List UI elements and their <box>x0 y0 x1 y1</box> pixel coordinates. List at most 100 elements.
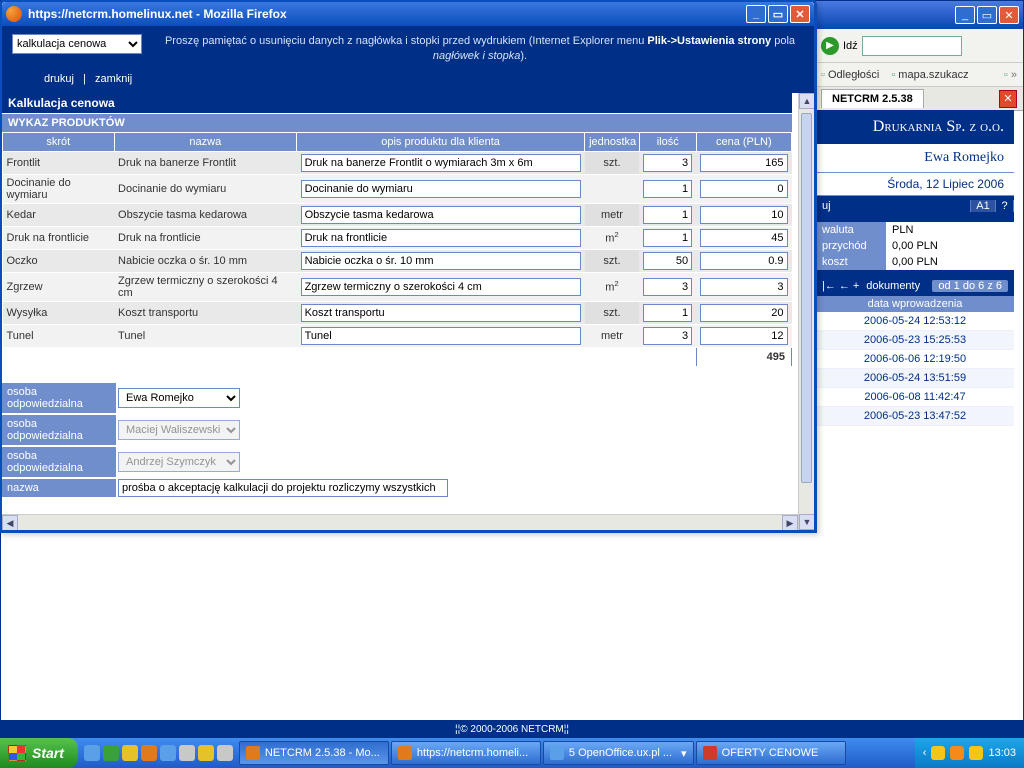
cena-input[interactable] <box>700 278 787 296</box>
crm-date: Środa, 12 Lipiec 2006 <box>816 173 1014 196</box>
ie-bookmark[interactable]: mapa.szukacz <box>891 69 968 81</box>
ql-icon[interactable] <box>103 745 119 761</box>
cena-input[interactable] <box>700 206 787 224</box>
ie-bookmarks-overflow[interactable]: » <box>1004 69 1017 81</box>
ql-icon[interactable] <box>179 745 195 761</box>
cell-opis <box>297 301 585 324</box>
opis-input[interactable] <box>301 206 581 224</box>
scroll-thumb[interactable] <box>801 113 812 483</box>
docs-row[interactable]: 2006-05-23 13:47:52 <box>816 407 1014 426</box>
ie-minimize-button[interactable]: _ <box>955 6 975 24</box>
opis-input[interactable] <box>301 327 581 345</box>
ql-ie-icon[interactable] <box>84 745 100 761</box>
docs-prev-icon[interactable]: ← <box>839 280 850 292</box>
opis-input[interactable] <box>301 229 581 247</box>
ie-maximize-button[interactable]: ▭ <box>977 6 997 24</box>
docs-row[interactable]: 2006-06-08 11:42:47 <box>816 388 1014 407</box>
ilosc-input[interactable] <box>643 180 692 198</box>
cena-input[interactable] <box>700 252 787 270</box>
cena-input[interactable] <box>700 154 787 172</box>
close-link[interactable]: zamknij <box>89 73 138 85</box>
ff-maximize-button[interactable]: ▭ <box>768 5 788 23</box>
ql-icon[interactable] <box>217 745 233 761</box>
ie-go-button[interactable]: ▶ <box>821 37 839 55</box>
ilosc-input[interactable] <box>643 229 692 247</box>
table-row: FrontlitDruk na banerze Frontlitszt. <box>3 151 792 174</box>
cell-ilosc <box>639 301 696 324</box>
table-row: OczkoNabicie oczka o śr. 10 mmszt. <box>3 249 792 272</box>
opis-input[interactable] <box>301 180 581 198</box>
cena-input[interactable] <box>700 229 787 247</box>
ql-icon[interactable] <box>160 745 176 761</box>
crm-cell-a1[interactable]: A1 <box>970 200 996 212</box>
ff-minimize-button[interactable]: _ <box>746 5 766 23</box>
firefox-title: https://netcrm.homelinux.net - Mozilla F… <box>28 7 287 21</box>
ilosc-input[interactable] <box>643 252 692 270</box>
product-table: skrót nazwa opis produktu dla klienta je… <box>2 132 792 367</box>
taskbar-button[interactable]: 5 OpenOffice.ux.pl ... ▾ <box>543 741 694 765</box>
ilosc-input[interactable] <box>643 327 692 345</box>
tray-icon[interactable] <box>931 746 945 760</box>
ql-icon[interactable] <box>122 745 138 761</box>
ql-firefox-icon[interactable] <box>141 745 157 761</box>
ie-tab-close-button[interactable]: ✕ <box>999 90 1017 108</box>
resp-select-1[interactable]: Ewa Romejko <box>118 388 240 408</box>
opis-input[interactable] <box>301 154 581 172</box>
taskbar-button[interactable]: NETCRM 2.5.38 - Mo... <box>239 741 389 765</box>
opis-input[interactable] <box>301 278 581 296</box>
ilosc-input[interactable] <box>643 304 692 322</box>
ilosc-input[interactable] <box>643 206 692 224</box>
horizontal-scrollbar[interactable]: ◀ ▶ <box>2 514 798 530</box>
cell-ilosc <box>639 226 696 249</box>
ff-close-button[interactable]: ✕ <box>790 5 810 23</box>
scroll-left-icon[interactable]: ◀ <box>2 515 18 530</box>
opis-input[interactable] <box>301 304 581 322</box>
docs-label: dokumenty <box>862 280 924 292</box>
scroll-up-icon[interactable]: ▲ <box>799 93 814 109</box>
cell-jednostka: m2 <box>585 226 640 249</box>
cena-input[interactable] <box>700 304 787 322</box>
opis-input[interactable] <box>301 252 581 270</box>
th-cena: cena (PLN) <box>696 132 791 151</box>
page-footer: ¦¦ © 2000-2006 NETCRM ¦¦ <box>0 720 1024 738</box>
quick-launch <box>78 745 239 761</box>
taskbar-button[interactable]: OFERTY CENOWE <box>696 741 846 765</box>
table-row: WysyłkaKoszt transportuszt. <box>3 301 792 324</box>
taskbar-button[interactable]: https://netcrm.homeli... <box>391 741 541 765</box>
crm-cell-uj[interactable]: uj <box>816 200 837 212</box>
crm-summary-table: walutaPLN przychód0,00 PLN koszt0,00 PLN <box>816 222 1014 270</box>
cell-nazwa: Obszycie tasma kedarowa <box>114 203 297 226</box>
scroll-down-icon[interactable]: ▼ <box>799 514 814 530</box>
ie-close-button[interactable]: ✕ <box>999 6 1019 24</box>
ilosc-input[interactable] <box>643 154 692 172</box>
name-input[interactable] <box>118 479 448 497</box>
tray-icon[interactable] <box>950 746 964 760</box>
ilosc-input[interactable] <box>643 278 692 296</box>
docs-row[interactable]: 2006-06-06 12:19:50 <box>816 350 1014 369</box>
scroll-right-icon[interactable]: ▶ <box>782 515 798 530</box>
cell-skrot: Docinanie do wymiaru <box>3 174 115 203</box>
tray-icon[interactable] <box>969 746 983 760</box>
print-link[interactable]: drukuj <box>38 73 80 85</box>
cell-skrot: Druk na frontlicie <box>3 226 115 249</box>
cena-input[interactable] <box>700 327 787 345</box>
cell-skrot: Zgrzew <box>3 272 115 301</box>
ff-view-selector[interactable]: kalkulacja cenowa <box>12 34 142 54</box>
taskbar-app-icon <box>398 746 412 760</box>
docs-row[interactable]: 2006-05-24 12:53:12 <box>816 312 1014 331</box>
ie-bookmark[interactable]: Odległości <box>821 69 879 81</box>
crm-help-button[interactable]: ? <box>996 200 1014 212</box>
crm-user-name: Ewa Romejko <box>816 144 1014 173</box>
ie-search-input[interactable] <box>862 36 962 56</box>
ql-icon[interactable] <box>198 745 214 761</box>
start-button[interactable]: Start <box>0 738 78 768</box>
vertical-scrollbar[interactable]: ▲ ▼ <box>798 93 814 530</box>
th-jednostka: jednostka <box>585 132 640 151</box>
ie-tab[interactable]: NETCRM 2.5.38 <box>821 89 924 108</box>
docs-row[interactable]: 2006-05-23 15:25:53 <box>816 331 1014 350</box>
tray-expand-icon[interactable]: ‹ <box>923 747 927 759</box>
cena-input[interactable] <box>700 180 787 198</box>
docs-row[interactable]: 2006-05-24 13:51:59 <box>816 369 1014 388</box>
docs-add-icon[interactable]: + <box>853 280 859 292</box>
docs-first-icon[interactable]: |← <box>822 280 836 292</box>
